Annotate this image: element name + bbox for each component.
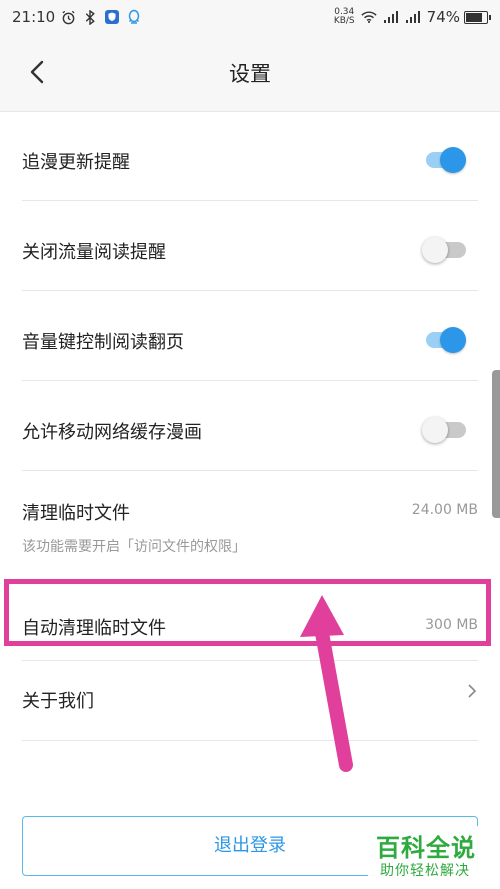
setting-label: 关闭流量阅读提醒 [22,242,166,263]
update-reminder-toggle[interactable] [422,147,466,173]
highlight-box [4,579,491,646]
status-time: 21:10 [12,8,56,26]
setting-row-about[interactable]: 关于我们 [22,661,478,741]
setting-label: 音量键控制阅读翻页 [22,332,184,353]
temp-size-value: 24.00 MB [411,502,478,518]
watermark-title: 百科全说 [376,834,476,862]
signal-icon [383,9,399,25]
setting-label: 关于我们 [22,691,94,712]
scrollbar[interactable] [492,370,500,518]
alarm-icon [60,9,76,25]
setting-row-volume-page[interactable]: 音量键控制阅读翻页 [22,291,478,381]
header-bar: 设置 [0,36,500,112]
pointer-arrow-icon [300,595,353,772]
battery-icon [464,10,491,24]
setting-row-clear-temp[interactable]: 清理临时文件 24.00 MB 该功能需要开启「访问文件的权限」 [22,471,478,580]
setting-label: 清理临时文件 [22,503,130,524]
setting-label: 追漫更新提醒 [22,152,130,173]
setting-subtext: 该功能需要开启「访问文件的权限」 [22,539,246,555]
watermark-subtitle: 助你轻松解决 [380,863,470,879]
watermark: 百科全说 助你轻松解决 [368,826,500,889]
shield-icon [104,9,120,25]
battery-percent: 74% [426,8,460,26]
volume-page-toggle[interactable] [422,327,466,353]
signal-4g-icon [405,9,421,25]
mobile-cache-toggle[interactable] [422,417,466,443]
qq-icon [126,9,142,25]
bluetooth-icon [82,9,98,25]
settings-list: 追漫更新提醒 关闭流量阅读提醒 音量键控制阅读翻页 允许移动网络缓存漫画 清理临… [22,111,478,741]
status-bar: 21:10 0.34 KB/S 74% [0,0,500,36]
wifi-icon [361,9,377,25]
chevron-right-icon [468,684,477,698]
setting-row-mobile-cache[interactable]: 允许移动网络缓存漫画 [22,381,478,471]
setting-row-data-reminder[interactable]: 关闭流量阅读提醒 [22,201,478,291]
network-speed: 0.34 KB/S [333,7,355,26]
setting-row-update-reminder[interactable]: 追漫更新提醒 [22,111,478,201]
page-title: 设置 [229,62,271,86]
data-reminder-toggle[interactable] [422,237,466,263]
setting-label: 允许移动网络缓存漫画 [22,422,202,443]
